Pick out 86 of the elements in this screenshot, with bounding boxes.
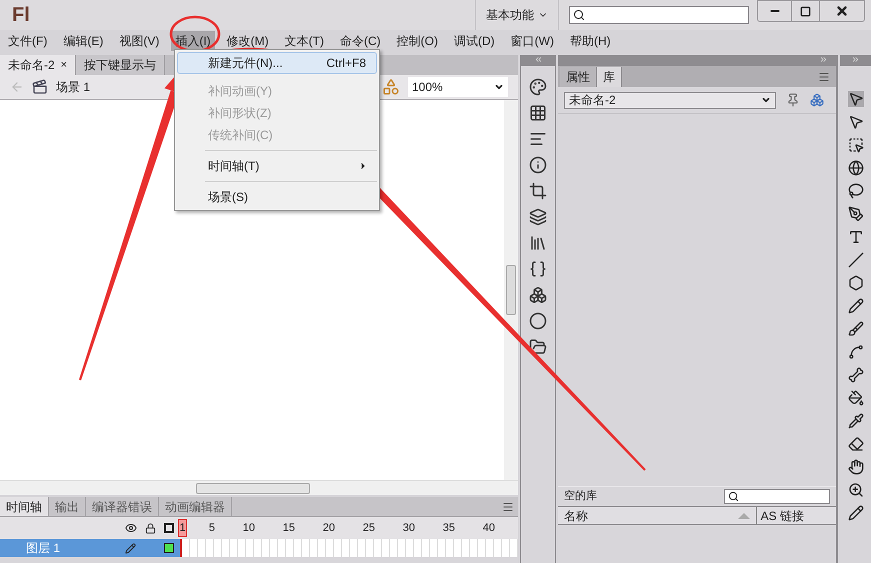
grid-icon[interactable] <box>529 104 547 122</box>
bone-tool-icon[interactable] <box>848 367 864 383</box>
frame-number: 1 <box>178 519 187 537</box>
column-header[interactable]: AS 链接 <box>756 506 830 524</box>
menu-item[interactable]: 控制(O) <box>392 31 442 51</box>
align-icon[interactable] <box>529 130 547 148</box>
panel-tab[interactable]: 库 <box>597 67 622 87</box>
menu-item[interactable]: 文本(T) <box>280 31 328 51</box>
menu-item: 补间形状(Z) <box>207 105 272 122</box>
frame-number: 5 <box>208 520 216 536</box>
info-icon[interactable] <box>529 156 547 174</box>
menu-item[interactable]: 新建元件(N)... Ctrl+F8 <box>177 52 377 74</box>
pencil-tool-icon[interactable] <box>848 298 864 314</box>
document-tab[interactable]: 未命名-2 × <box>0 55 76 75</box>
frame-number: 40 <box>482 520 496 536</box>
menu-item[interactable]: 帮助(H) <box>566 31 615 51</box>
zoom-tool-icon[interactable] <box>848 482 864 498</box>
search-field[interactable] <box>569 6 749 24</box>
menu-item[interactable]: 编辑(E) <box>59 31 108 51</box>
menu-item[interactable]: 时间轴(T) <box>177 155 377 177</box>
menu-item: 传统补间(C) <box>207 127 274 144</box>
search-icon <box>728 491 739 502</box>
frame-number: 15 <box>282 520 296 536</box>
transform-tool-icon[interactable] <box>848 137 864 153</box>
paint-bucket-tool-icon[interactable] <box>848 390 864 406</box>
maximize-icon <box>800 6 811 16</box>
horizontal-scrollbar[interactable] <box>0 480 518 495</box>
brush-tool-icon[interactable] <box>848 321 864 337</box>
workspace-switcher[interactable]: 基本功能 <box>475 0 559 30</box>
selection-tool-icon[interactable] <box>848 91 864 107</box>
menu-item[interactable]: 窗口(W) <box>506 31 558 51</box>
polygon-tool-icon[interactable] <box>848 275 864 291</box>
tab-label: 未命名-2 <box>8 57 55 74</box>
panel-menu-icon[interactable] <box>818 71 830 83</box>
back-icon <box>10 80 24 94</box>
caret-icon <box>761 95 771 105</box>
menu-item[interactable]: 调试(D) <box>450 31 499 51</box>
tab-label: 按下键显示与 <box>84 57 156 74</box>
app-logo: Fl <box>12 3 30 28</box>
pin-icon[interactable] <box>786 93 800 107</box>
menu-item[interactable]: 文件(F) <box>4 31 52 51</box>
layer-color-swatch <box>164 543 174 553</box>
scene-label: 场景 1 <box>56 79 90 96</box>
menu-item[interactable]: 修改(M) <box>222 31 273 51</box>
lock-icon <box>145 522 156 534</box>
panel-menu-icon[interactable] <box>502 501 514 513</box>
panel-tab[interactable]: 时间轴 <box>0 497 49 516</box>
menu-item[interactable]: 命令(C) <box>336 31 385 51</box>
eye-icon <box>125 522 137 534</box>
frame-number: 25 <box>362 520 376 536</box>
sort-icon <box>738 512 750 518</box>
menu-item[interactable]: 视图(V) <box>115 31 164 51</box>
document-dropdown[interactable]: 未命名-2 <box>564 92 776 108</box>
line-tool-icon[interactable] <box>848 252 864 268</box>
zoom-dropdown[interactable]: 100% <box>408 77 508 97</box>
frame-number: 35 <box>442 520 456 536</box>
code-snippet-icon[interactable] <box>529 260 547 278</box>
eyedropper-tool-icon[interactable] <box>848 413 864 429</box>
library-icon[interactable] <box>529 234 547 252</box>
frame-number: 30 <box>402 520 416 536</box>
pencil-icon <box>125 542 136 554</box>
text-tool-icon[interactable] <box>848 229 864 245</box>
panel-tab[interactable]: 属性 <box>560 67 597 87</box>
document-tab[interactable]: 按下键显示与 <box>76 55 166 75</box>
palette-icon[interactable] <box>529 78 547 96</box>
layer-name: 图层 1 <box>26 540 60 557</box>
column-header[interactable]: 名称 <box>564 506 738 524</box>
frame-number: 10 <box>242 520 256 536</box>
caret-icon <box>494 82 504 92</box>
library-search-field[interactable] <box>724 489 830 504</box>
vertical-scrollbar[interactable] <box>504 100 518 480</box>
scene-icon <box>32 79 48 95</box>
pen-tool-icon[interactable] <box>848 206 864 222</box>
search-icon <box>573 9 585 21</box>
close-icon <box>835 4 849 18</box>
outline-icon <box>164 523 174 533</box>
lasso-tool-icon[interactable] <box>848 183 864 199</box>
hand-tool-icon[interactable] <box>848 459 864 475</box>
components-icon[interactable] <box>529 286 547 304</box>
library-status: 空的库 <box>564 488 597 504</box>
eraser-tool-icon[interactable] <box>848 436 864 452</box>
subselection-tool-icon[interactable] <box>848 114 864 130</box>
menu-item[interactable]: 场景(S) <box>177 186 377 208</box>
tab-close[interactable]: × <box>60 56 68 74</box>
menu-item: 补间动画(Y) <box>207 83 273 100</box>
frame-number: 20 <box>322 520 336 536</box>
